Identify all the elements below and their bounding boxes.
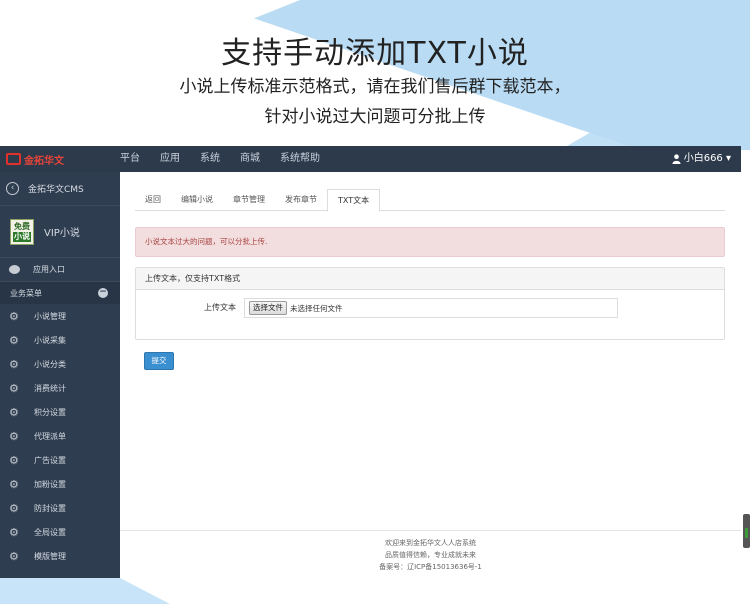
top-navbar: 金拓华文 平台 应用 系统 商城 系统帮助 小白666 ▾	[0, 146, 741, 172]
upload-form-row: 上传文本 选择文件 未选择任何文件	[136, 298, 724, 318]
sidebar: ‹ 金拓华文CMS 免费 小说 VIP小说 应用入口 业务菜单 − ⚙ 小说管理…	[0, 172, 120, 578]
sidebar-item-label: 全局设置	[34, 527, 66, 537]
sidebar-item-novel-category[interactable]: ⚙ 小说分类	[0, 352, 120, 376]
chevron-left-icon: ‹	[6, 182, 19, 195]
panel-heading: 上传文本，仅支持TXT格式	[136, 268, 724, 290]
tab-back[interactable]: 返回	[135, 189, 171, 210]
sidebar-item-template-manage[interactable]: ⚙ 模版管理	[0, 544, 120, 568]
sidebar-item-ad-settings[interactable]: ⚙ 广告设置	[0, 448, 120, 472]
sidebar-item-label: 小说分类	[34, 359, 66, 369]
file-status-text: 未选择任何文件	[290, 303, 343, 313]
upload-panel: 上传文本，仅支持TXT格式 上传文本 选择文件 未选择任何文件	[135, 267, 725, 340]
submit-button[interactable]: 提交	[144, 352, 174, 370]
top-nav-menu: 平台 应用 系统 商城 系统帮助	[120, 146, 340, 172]
sidebar-item-label: 广告设置	[34, 455, 66, 465]
app-logo: 免费 小说	[10, 218, 34, 245]
gear-icon: ⚙	[9, 549, 19, 563]
app-logo-bottom-text: 小说	[13, 231, 31, 242]
tab-bar: 返回 编辑小说 章节管理 发布章节 TXT文本	[135, 189, 725, 212]
app-name: VIP小说	[44, 228, 80, 239]
gear-icon: ⚙	[9, 525, 19, 539]
footer-icp[interactable]: 备案号：辽ICP备15013636号-1	[120, 561, 741, 573]
brand-icon	[6, 153, 21, 165]
footer-slogan: 品质值得信赖，专业成就未来	[385, 551, 476, 559]
nav-item-store[interactable]: 商城	[240, 146, 260, 172]
upload-label: 上传文本	[204, 303, 236, 312]
gear-icon: ⚙	[9, 453, 19, 467]
sidebar-item-label: 小说管理	[34, 311, 66, 321]
sidebar-item-app-entry[interactable]: 应用入口	[0, 258, 120, 282]
user-icon	[672, 154, 681, 164]
choose-file-button[interactable]: 选择文件	[249, 301, 287, 315]
sidebar-app-header[interactable]: 免费 小说 VIP小说	[0, 206, 120, 258]
user-name: 小白666 ▾	[683, 153, 731, 164]
sidebar-item-agent-dispatch[interactable]: ⚙ 代理派单	[0, 424, 120, 448]
file-input[interactable]: 选择文件 未选择任何文件	[244, 298, 618, 318]
sidebar-item-novel-collect[interactable]: ⚙ 小说采集	[0, 328, 120, 352]
app-logo-top-text: 免费	[14, 221, 30, 231]
brand-name: 金拓华文	[24, 155, 64, 167]
gear-icon: ⚙	[9, 309, 19, 323]
promo-title: 支持手动添加TXT小说	[221, 36, 529, 71]
gear-icon: ⚙	[9, 429, 19, 443]
nav-item-platform[interactable]: 平台	[120, 146, 140, 172]
sidebar-item-follower-settings[interactable]: ⚙ 加粉设置	[0, 472, 120, 496]
gear-icon: ⚙	[9, 381, 19, 395]
gear-icon: ⚙	[9, 357, 19, 371]
gear-icon: ⚙	[9, 405, 19, 419]
footer-welcome: 欢迎来到金拓华文人人店系统	[385, 539, 476, 547]
user-menu[interactable]: 小白666 ▾	[672, 146, 731, 172]
sidebar-back-label: 金拓华文CMS	[28, 185, 84, 195]
footer: 欢迎来到金拓华文人人店系统 品质值得信赖，专业成就未来 备案号：辽ICP备150…	[120, 530, 741, 578]
sidebar-item-consumption-stats[interactable]: ⚙ 消费统计	[0, 376, 120, 400]
chat-icon	[9, 265, 20, 274]
tab-chapter-manage[interactable]: 章节管理	[223, 189, 275, 210]
sidebar-back-link[interactable]: ‹ 金拓华文CMS	[0, 172, 120, 206]
gear-icon: ⚙	[9, 477, 19, 491]
nav-item-system[interactable]: 系统	[200, 146, 220, 172]
sidebar-item-label: 加粉设置	[34, 479, 66, 489]
gear-icon: ⚙	[9, 333, 19, 347]
app-window: 金拓华文 平台 应用 系统 商城 系统帮助 小白666 ▾ ‹ 金拓华文CMS …	[0, 146, 741, 578]
promo-subtitle-line-2: 针对小说过大问题可分批上传	[264, 107, 486, 127]
decorative-background-bottom	[0, 578, 750, 604]
sidebar-item-global-settings[interactable]: ⚙ 全局设置	[0, 520, 120, 544]
sidebar-item-points-settings[interactable]: ⚙ 积分设置	[0, 400, 120, 424]
sidebar-item-label: 小说采集	[34, 335, 66, 345]
sidebar-item-novel-manage[interactable]: ⚙ 小说管理	[0, 304, 120, 328]
main-content: 返回 编辑小说 章节管理 发布章节 TXT文本 小说文本过大的问题，可以分批上传…	[120, 172, 741, 578]
info-alert: 小说文本过大的问题，可以分批上传.	[135, 227, 725, 257]
sidebar-item-anti-ban-settings[interactable]: ⚙ 防封设置	[0, 496, 120, 520]
sidebar-item-label: 应用入口	[33, 265, 65, 274]
gear-icon: ⚙	[9, 501, 19, 515]
nav-item-apps[interactable]: 应用	[160, 146, 180, 172]
sidebar-item-label: 模版管理	[34, 551, 66, 561]
tab-edit-novel[interactable]: 编辑小说	[171, 189, 223, 210]
sidebar-item-label: 消费统计	[34, 383, 66, 393]
brand-logo[interactable]: 金拓华文	[6, 152, 64, 167]
sidebar-group-header[interactable]: 业务菜单 −	[0, 282, 120, 304]
collapse-icon[interactable]: −	[98, 288, 108, 298]
promo-subtitle-line-1: 小说上传标准示范格式，请在我们售后群下载范本，	[179, 77, 571, 97]
scrollbar-indicator	[745, 528, 748, 538]
sidebar-item-label: 积分设置	[34, 407, 66, 417]
sidebar-item-label: 代理派单	[34, 431, 66, 441]
tab-txt-text[interactable]: TXT文本	[327, 189, 381, 212]
sidebar-item-label: 防封设置	[34, 503, 66, 513]
sidebar-group-label: 业务菜单	[10, 288, 42, 298]
tab-publish-chapter[interactable]: 发布章节	[275, 189, 327, 210]
nav-item-help[interactable]: 系统帮助	[280, 146, 320, 172]
